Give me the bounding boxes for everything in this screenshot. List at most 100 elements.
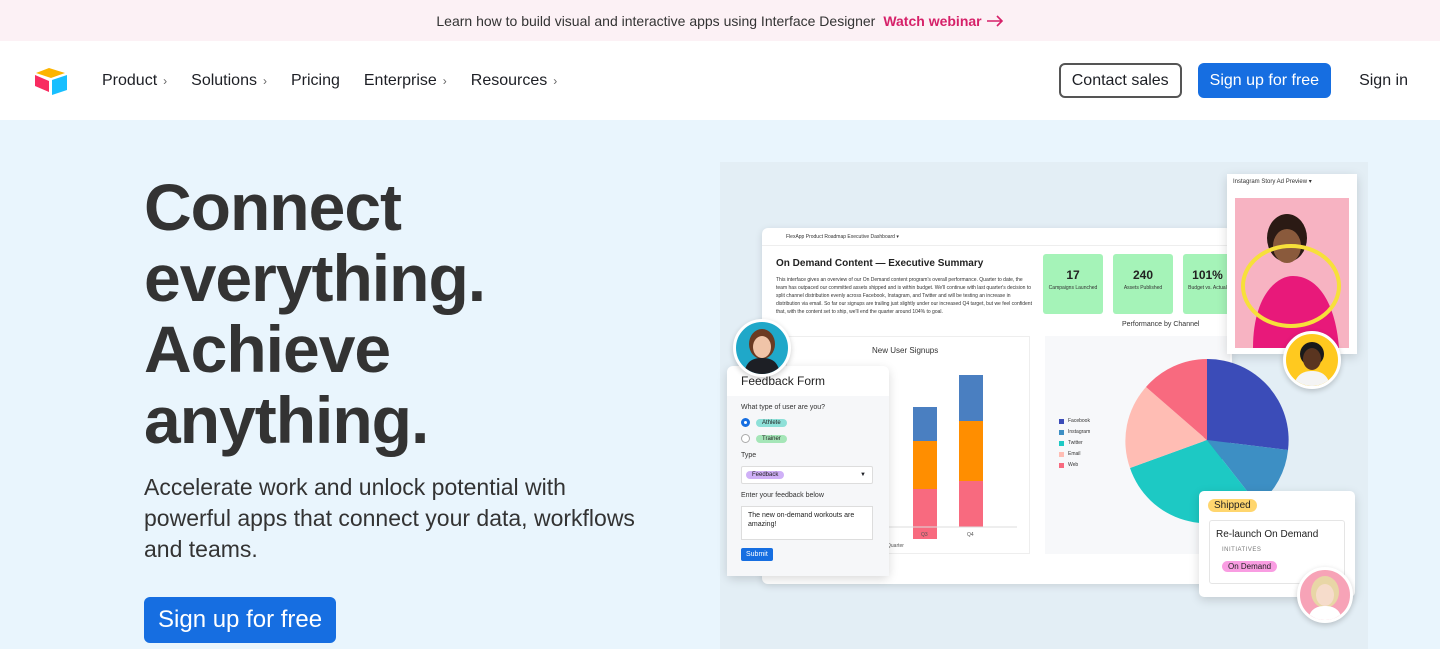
contact-sales-button[interactable]: Contact sales: [1058, 63, 1182, 98]
feedback-form-card: Feedback Form What type of user are you?…: [727, 366, 889, 576]
kpi-value: 101%: [1192, 268, 1223, 282]
kpi-label: Campaigns Launched: [1048, 285, 1098, 291]
athlete-illustration: [1235, 198, 1349, 348]
nav-product[interactable]: Product ›: [102, 72, 167, 90]
legend-item: Instagram: [1059, 429, 1090, 435]
avatar-woman-blonde-illustration: [1308, 576, 1342, 620]
banner-text: Learn how to build visual and interactiv…: [436, 12, 876, 29]
radio-athlete[interactable]: Athlete: [741, 418, 787, 427]
tick-label: Q3: [921, 532, 928, 538]
chevron-right-icon: ›: [262, 73, 267, 88]
feedback-textarea[interactable]: The new on-demand workouts are amazing!: [741, 506, 873, 540]
performance-title: Performance by Channel: [1122, 321, 1200, 328]
radio-trainer[interactable]: Trainer: [741, 434, 787, 443]
shipped-badge: Shipped: [1208, 499, 1257, 512]
kpi-card: 17 Campaigns Launched: [1043, 254, 1103, 314]
dashboard-title: On Demand Content — Executive Summary: [776, 258, 984, 269]
user-type-question: What type of user are you?: [741, 404, 826, 411]
bar-segment: [959, 375, 983, 421]
caret-down-icon: ▼: [860, 472, 866, 478]
chevron-right-icon: ›: [553, 73, 558, 88]
legend-label: Email: [1068, 451, 1081, 457]
feedback-form-body: What type of user are you? Athlete Train…: [727, 396, 889, 576]
signup-button[interactable]: Sign up for free: [1197, 63, 1332, 98]
legend-label: Instagram: [1068, 429, 1091, 435]
tick-label: Q4: [967, 532, 974, 538]
nav-solutions[interactable]: Solutions ›: [191, 72, 267, 90]
headline-line: everything.: [144, 241, 486, 315]
legend-item: Twitter: [1059, 440, 1083, 446]
nav-enterprise[interactable]: Enterprise ›: [364, 72, 447, 90]
kpi-label: Budget vs. Actual: [1188, 285, 1227, 291]
avatar: [1283, 331, 1341, 389]
legend-swatch: [1059, 451, 1064, 457]
avatar: [733, 319, 791, 377]
radio-selected-icon: [741, 418, 750, 427]
avatar: [1297, 567, 1353, 623]
tick-label: Quarter: [887, 543, 904, 549]
bar-segment: [913, 407, 937, 441]
chevron-right-icon: ›: [163, 73, 168, 88]
kpi-card: 101% Budget vs. Actual: [1183, 254, 1232, 314]
signups-title: New User Signups: [872, 346, 939, 355]
kpi-label: Assets Published: [1123, 285, 1163, 291]
hero-signup-button[interactable]: Sign up for free: [144, 597, 337, 643]
nav-enterprise-label: Enterprise: [363, 71, 437, 89]
nav-solutions-label: Solutions: [191, 71, 257, 89]
airtable-logo[interactable]: [34, 66, 68, 96]
dashboard-topbar-label: FlexApp Product Roadmap Executive Dashbo…: [786, 233, 899, 240]
type-select[interactable]: Feedback ▼: [741, 466, 873, 484]
kpi-card: 240 Assets Published: [1113, 254, 1173, 314]
nav-product-label: Product: [102, 71, 158, 89]
nav-pricing[interactable]: Pricing: [291, 72, 340, 90]
option-pill: Trainer: [756, 434, 787, 443]
option-pill: Athlete: [756, 418, 787, 427]
submit-button[interactable]: Submit: [741, 548, 773, 561]
announcement-banner: Learn how to build visual and interactiv…: [0, 0, 1440, 41]
kpi-value: 17: [1066, 268, 1080, 282]
feedback-form-title: Feedback Form: [741, 374, 826, 388]
hero-subhead: Accelerate work and unlock potential wit…: [144, 474, 635, 562]
radio-unselected-icon: [741, 434, 750, 443]
legend-label: Facebook: [1068, 418, 1090, 424]
nav-resources-label: Resources: [470, 71, 548, 89]
legend-label: Web: [1068, 462, 1079, 468]
arrow-right-icon: [986, 14, 1003, 27]
type-label: Type: [741, 452, 757, 459]
instagram-ad-photo: [1235, 198, 1349, 348]
nav-resources[interactable]: Resources ›: [471, 72, 557, 90]
type-value-pill: Feedback: [746, 471, 785, 479]
headline-line: Achieve: [144, 312, 391, 386]
avatar-woman-illustration: [744, 329, 780, 374]
initiative-pill: On Demand: [1222, 561, 1278, 572]
initiatives-label: INITIATIVES: [1222, 547, 1262, 553]
record-name: Re-launch On Demand: [1216, 529, 1319, 540]
legend-item: Email: [1059, 451, 1081, 457]
watch-webinar-link[interactable]: Watch webinar: [883, 13, 1003, 29]
legend-swatch: [1059, 429, 1064, 435]
legend-swatch: [1059, 440, 1064, 446]
bar-segment: [913, 489, 937, 527]
bar-segment: [959, 481, 983, 527]
bar-segment: [959, 421, 983, 481]
kpi-value: 240: [1132, 268, 1154, 282]
instagram-preview-card: Instagram Story Ad Preview ▾: [1227, 174, 1357, 354]
legend-item: Facebook: [1059, 418, 1090, 424]
legend-swatch: [1059, 462, 1064, 468]
legend-item: Web: [1059, 462, 1078, 468]
chevron-right-icon: ›: [442, 73, 447, 88]
legend-swatch: [1059, 418, 1064, 424]
dashboard-topbar: FlexApp Product Roadmap Executive Dashbo…: [762, 228, 1232, 246]
signin-link[interactable]: Sign in: [1359, 72, 1408, 90]
headline-line: Connect: [144, 170, 402, 244]
dashboard-summary: This interface gives an overview of our …: [776, 277, 1032, 315]
instagram-preview-title: Instagram Story Ad Preview ▾: [1233, 179, 1312, 185]
nav-pricing-label: Pricing: [290, 71, 340, 89]
hero-headline: Connect everything. Achieve anything.: [144, 172, 664, 456]
pie-slice-facebook: [1207, 358, 1289, 450]
bar-segment: [913, 441, 937, 489]
avatar-man-illustration: [1294, 342, 1330, 386]
headline-line: anything.: [144, 383, 429, 457]
main-nav: Product › Solutions › Pricing Enterprise › …: [0, 41, 1440, 120]
legend-label: Twitter: [1068, 440, 1083, 446]
